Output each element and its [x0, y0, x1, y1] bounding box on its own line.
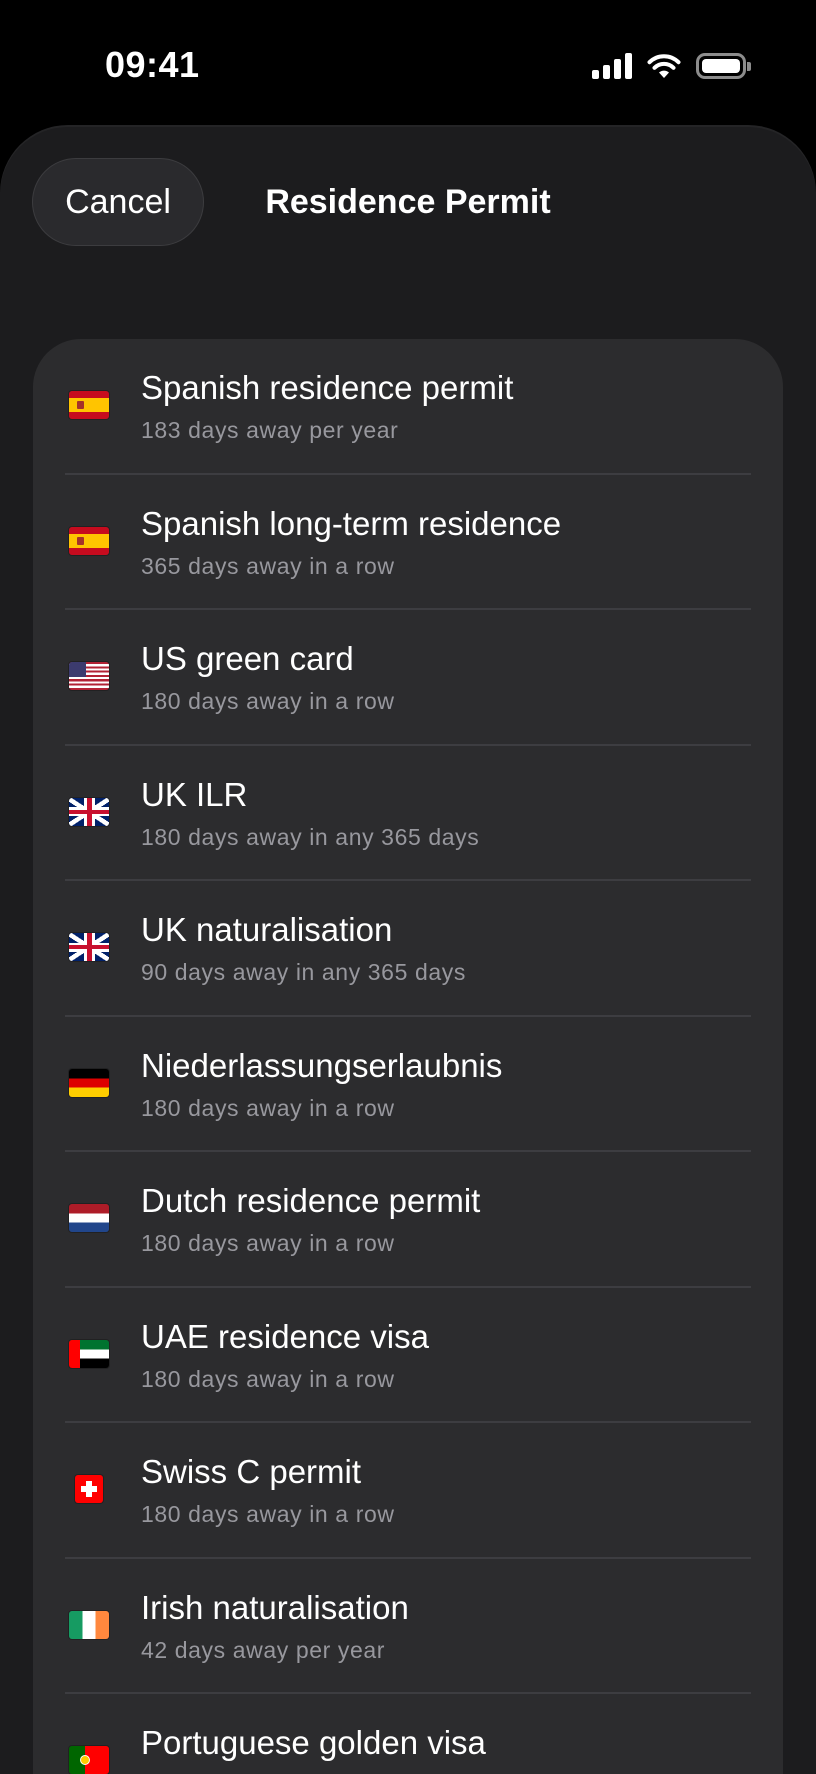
list-item-dutch-residence-permit[interactable]: Dutch residence permit 180 days away in …: [33, 1152, 783, 1288]
cancel-button[interactable]: Cancel: [32, 158, 204, 246]
list-item-subtitle: 180 days away in a row: [141, 1501, 395, 1527]
list-item-subtitle: 180 days away in a row: [141, 688, 395, 714]
list-item-title: Dutch residence permit: [141, 1182, 481, 1219]
battery-icon: [696, 53, 751, 79]
list-item-subtitle: 90 days away in any 365 days: [141, 959, 466, 985]
flag-usa-icon: [69, 662, 109, 690]
list-item-subtitle: 365 days away in a row: [141, 552, 395, 579]
cellular-signal-icon: [592, 53, 632, 79]
modal-sheet: Residence Permit Cancel Spanish residenc…: [0, 125, 816, 1774]
flag-portugal-icon: [69, 1746, 109, 1774]
flag-netherlands-icon: [69, 1204, 109, 1232]
flag-switzerland-icon: [75, 1475, 103, 1503]
status-bar: 09:41: [0, 0, 816, 125]
list-item-portuguese-golden-visa[interactable]: Portuguese golden visa: [33, 1694, 783, 1774]
list-item-title: US green card: [141, 640, 354, 677]
page-title-text: Residence Permit: [265, 183, 551, 221]
screen: 09:41 Residence Permit Cancel Spanish re…: [0, 0, 816, 1774]
flag-uae-icon: [69, 1339, 109, 1368]
list-item-uk-naturalisation[interactable]: UK naturalisation 90 days away in any 36…: [33, 881, 783, 1017]
flag-spain-icon: [69, 526, 109, 555]
list-item-uae-residence-visa[interactable]: UAE residence visa 180 days away in a ro…: [33, 1288, 783, 1423]
list-item-title: Spanish long-term residence: [141, 504, 562, 542]
list-item-spanish-residence-permit[interactable]: Spanish residence permit 183 days away p…: [33, 339, 783, 475]
flag-ireland-icon: [69, 1610, 109, 1639]
list-item-subtitle: 180 days away in a row: [141, 1365, 395, 1392]
list-item-subtitle: 180 days away in a row: [141, 1230, 395, 1256]
list-item-subtitle: 180 days away in any 365 days: [141, 823, 480, 850]
list-item-title: Portuguese golden visa: [141, 1724, 486, 1761]
list-item-swiss-c-permit[interactable]: Swiss C permit 180 days away in a row: [33, 1423, 783, 1559]
list-item-subtitle: 180 days away in a row: [141, 1094, 395, 1121]
list-item-subtitle: 42 days away per year: [141, 1636, 386, 1663]
flag-germany-icon: [69, 1068, 109, 1097]
list-item-title: Swiss C permit: [141, 1453, 362, 1490]
list-item-uk-ilr[interactable]: UK ILR 180 days away in any 365 days: [33, 746, 783, 881]
wifi-icon: [647, 54, 681, 78]
list-item-spanish-long-term-residence[interactable]: Spanish long-term residence 365 days awa…: [33, 475, 783, 610]
flag-uk-icon: [69, 797, 109, 826]
list-item-title: UK ILR: [141, 775, 248, 813]
status-icons: [592, 48, 751, 84]
list-item-title: UAE residence visa: [141, 1317, 429, 1355]
status-time: 09:41: [105, 44, 200, 85]
list-item-title: Spanish residence permit: [141, 369, 514, 406]
list-item-title: UK naturalisation: [141, 911, 393, 948]
list-item-us-green-card[interactable]: US green card 180 days away in a row: [33, 610, 783, 746]
permit-list: Spanish residence permit 183 days away p…: [33, 339, 783, 1774]
flag-spain-icon: [69, 391, 109, 419]
flag-uk-icon: [69, 933, 109, 961]
list-item-niederlassungserlaubnis[interactable]: Niederlassungserlaubnis 180 days away in…: [33, 1017, 783, 1152]
list-item-title: Niederlassungserlaubnis: [141, 1046, 503, 1084]
list-item-irish-naturalisation[interactable]: Irish naturalisation 42 days away per ye…: [33, 1559, 783, 1694]
list-item-subtitle: 183 days away per year: [141, 417, 399, 443]
list-item-title: Irish naturalisation: [141, 1588, 409, 1626]
